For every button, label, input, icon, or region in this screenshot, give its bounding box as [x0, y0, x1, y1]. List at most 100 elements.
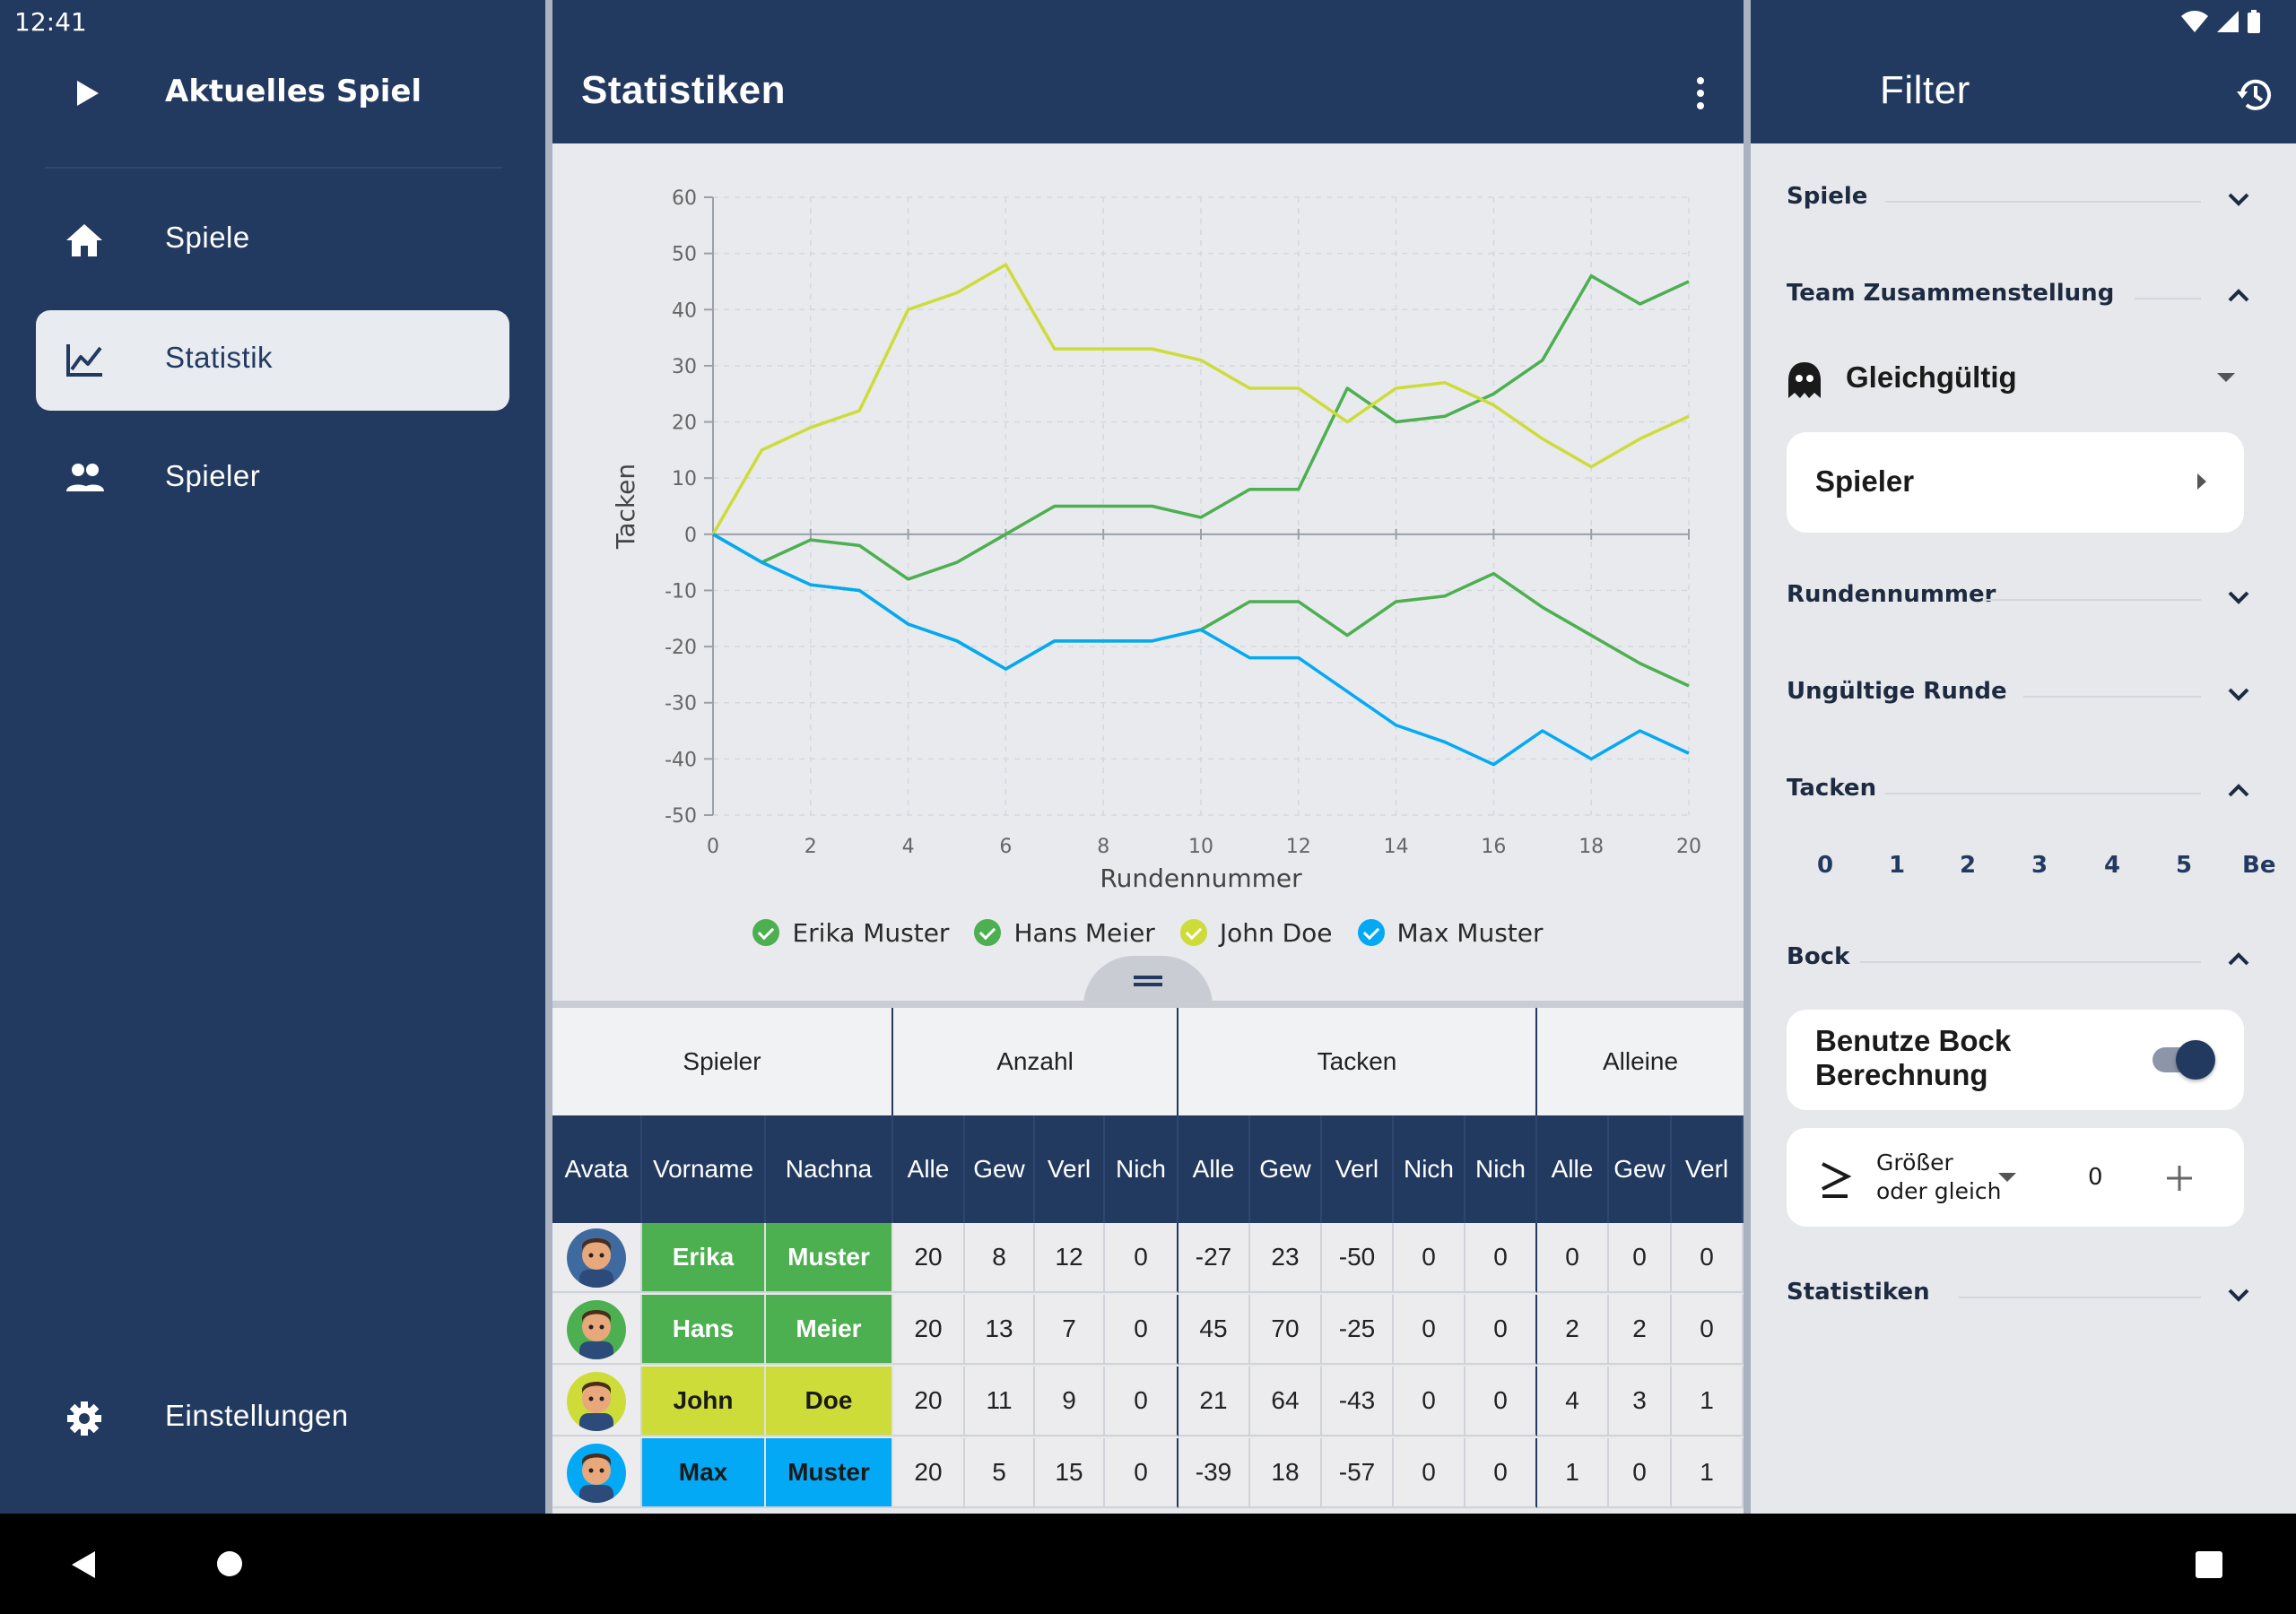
tacken-chip[interactable]: 3 — [2031, 852, 2048, 879]
column-header[interactable]: Nachna — [766, 1115, 893, 1223]
section-label: Team Zusammenstellung — [1787, 280, 2115, 307]
history-icon[interactable] — [2235, 75, 2274, 115]
chevron-down-icon — [2228, 1289, 2249, 1302]
dropdown-arrow-icon[interactable] — [1998, 1173, 2016, 1184]
section-statistiken[interactable]: Statistiken — [1787, 1268, 2253, 1322]
handle-line — [1134, 976, 1162, 979]
table-cell: -39 — [1178, 1438, 1250, 1508]
x-tick-label: 16 — [1481, 836, 1506, 858]
table-cell: 64 — [1250, 1367, 1322, 1436]
spieler-card[interactable]: Spieler — [1787, 432, 2244, 533]
table-cell: 0 — [1465, 1295, 1537, 1365]
table-cell: -25 — [1322, 1295, 1394, 1365]
column-header[interactable]: Verl — [1035, 1115, 1105, 1223]
first-name-cell: Erika — [642, 1223, 766, 1293]
legend-item[interactable]: Erika Muster — [752, 918, 949, 948]
home-button-icon[interactable] — [215, 1549, 244, 1578]
column-header[interactable]: Alle — [893, 1115, 965, 1223]
legend-item[interactable]: Max Muster — [1357, 918, 1544, 948]
column-header[interactable]: Verl — [1322, 1115, 1394, 1223]
section-spiele[interactable]: Spiele — [1787, 172, 2253, 226]
column-header[interactable]: Alle — [1178, 1115, 1250, 1223]
column-header[interactable]: Alle — [1537, 1115, 1609, 1223]
nav-item-statistik[interactable]: Statistik — [36, 310, 509, 411]
chevron-right-icon — [2197, 473, 2206, 490]
table-cell: 70 — [1250, 1295, 1322, 1365]
x-tick-label: 14 — [1384, 836, 1409, 858]
first-name-cell: John — [642, 1367, 766, 1436]
legend-item[interactable]: Hans Meier — [974, 918, 1155, 948]
table-cell: -57 — [1322, 1438, 1394, 1508]
table-cell: 4 — [1537, 1367, 1609, 1436]
dropdown-arrow-icon — [2217, 373, 2235, 382]
table-cell: 12 — [1035, 1223, 1105, 1293]
table-cell: 0 — [1394, 1295, 1465, 1365]
nav-item-label: Spiele — [165, 221, 250, 254]
column-header[interactable]: Verl — [1672, 1115, 1744, 1223]
column-header[interactable]: Nich — [1105, 1115, 1178, 1223]
nav-divider — [45, 167, 502, 169]
tacken-chip[interactable]: 0 — [1817, 852, 1833, 879]
nav-item-settings[interactable]: Einstellungen — [36, 1368, 509, 1469]
compare-label[interactable]: Größer — [1876, 1150, 1953, 1176]
tacken-chip[interactable]: 5 — [2176, 852, 2192, 879]
system-navigation-bar — [0, 1514, 2296, 1614]
avatar-cell — [552, 1367, 642, 1436]
table-cell: 0 — [1105, 1223, 1178, 1293]
bock-toggle-card[interactable]: Benutze Bock Berechnung — [1787, 1010, 2244, 1110]
compare-value[interactable]: 0 — [2088, 1164, 2103, 1191]
y-tick-label: 60 — [672, 187, 697, 210]
legend-item[interactable]: John Doe — [1179, 917, 1333, 948]
table-cell: 0 — [1394, 1223, 1465, 1293]
pane-divider — [1744, 0, 1751, 1514]
current-game-label: Aktuelles Spiel — [165, 74, 422, 109]
column-header[interactable]: Gew — [965, 1115, 1035, 1223]
table-cell: 0 — [1465, 1438, 1537, 1508]
back-icon[interactable] — [70, 1549, 97, 1580]
section-line — [2023, 696, 2201, 698]
column-header[interactable]: Gew — [1609, 1115, 1672, 1223]
column-header[interactable]: Nich — [1465, 1115, 1537, 1223]
tacken-chip[interactable]: 4 — [2104, 852, 2120, 879]
filter-pane: Filter Spiele Team Zusammenstellung Glei… — [1751, 0, 2296, 1514]
column-header[interactable]: Vorname — [642, 1115, 766, 1223]
section-team[interactable]: Team Zusammenstellung — [1787, 269, 2253, 323]
last-name-cell: Doe — [766, 1367, 893, 1436]
section-bock[interactable]: Bock — [1787, 933, 2253, 986]
current-game-row[interactable]: Aktuelles Spiel — [0, 54, 545, 134]
column-header[interactable]: Avata — [552, 1115, 642, 1223]
section-line — [1885, 793, 2201, 794]
tacken-chip[interactable]: 1 — [1889, 852, 1905, 879]
table-cell: 8 — [965, 1223, 1035, 1293]
column-header[interactable]: Gew — [1250, 1115, 1322, 1223]
team-dropdown[interactable]: Gleichgültig — [1787, 355, 2253, 405]
first-name-cell: Max — [642, 1438, 766, 1508]
chevron-up-icon — [2228, 952, 2249, 966]
section-ungueltige-runde[interactable]: Ungültige Runde — [1787, 667, 2253, 721]
avatar-cell — [552, 1295, 642, 1365]
section-label: Spiele — [1787, 183, 1868, 210]
nav-item-spiele[interactable]: Spiele — [36, 190, 509, 291]
avatar — [567, 1300, 626, 1359]
column-header[interactable]: Nich — [1394, 1115, 1465, 1223]
group-header-tacken: Tacken — [1178, 1008, 1537, 1115]
nav-item-label: Statistik — [165, 341, 274, 374]
tacken-chip[interactable]: 2 — [1960, 852, 1976, 879]
nav-item-spieler[interactable]: Spieler — [36, 429, 509, 529]
legend-label: John Doe — [1219, 917, 1333, 948]
table-cell: 0 — [1465, 1367, 1537, 1436]
section-line — [1959, 1297, 2201, 1298]
table-cell: 0 — [1672, 1223, 1744, 1293]
people-icon — [66, 464, 104, 491]
home-icon — [66, 224, 102, 256]
bock-toggle-track[interactable] — [2152, 1040, 2215, 1080]
statistics-app-bar: Statistiken — [552, 0, 1744, 143]
chevron-down-icon — [2228, 193, 2249, 206]
section-tacken[interactable]: Tacken — [1787, 764, 2253, 818]
section-rundennummer[interactable]: Rundennummer — [1787, 570, 2253, 624]
more-vert-icon[interactable] — [1693, 75, 1708, 111]
compare-label[interactable]: oder gleich — [1876, 1178, 2002, 1204]
recents-icon[interactable] — [2196, 1551, 2222, 1578]
plus-icon[interactable] — [2165, 1164, 2194, 1193]
tacken-chip[interactable]: Be — [2242, 852, 2275, 879]
